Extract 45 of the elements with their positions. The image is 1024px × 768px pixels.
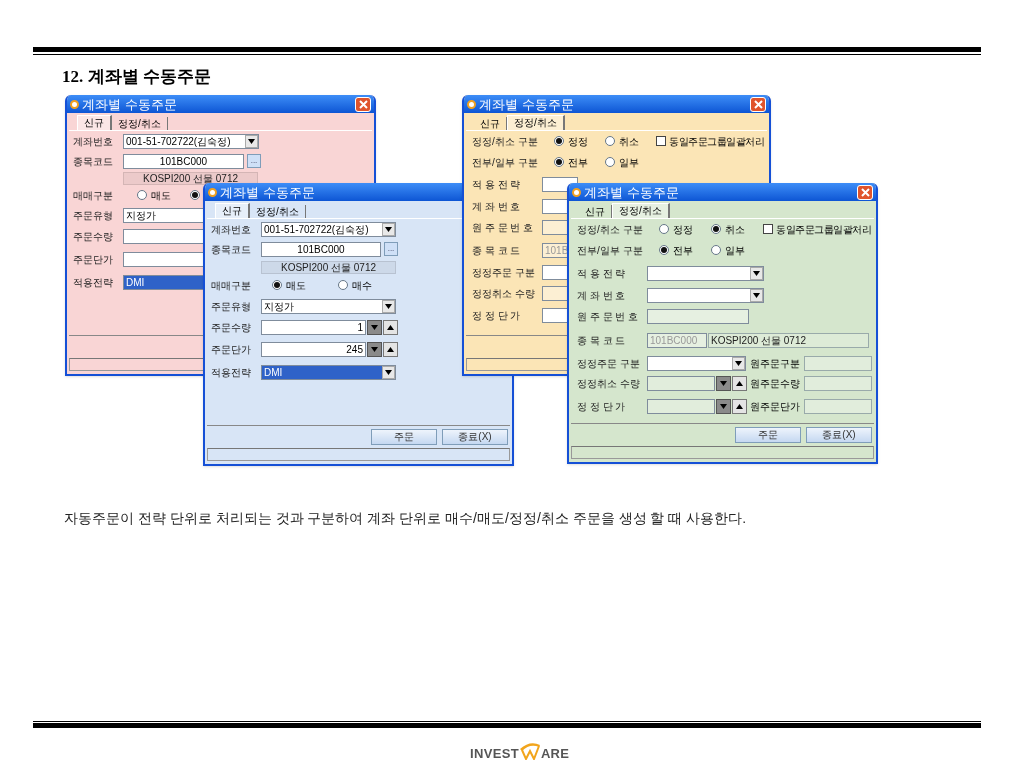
field-label: 정정취소 수량 <box>472 287 536 301</box>
field-label: 정정/취소 구분 <box>577 222 644 237</box>
field-label: 원주문구분 <box>750 356 801 371</box>
stock-name-text: KOSPI200 선물 0712 <box>708 332 869 348</box>
window-title: 계좌별 수동주문 <box>584 185 679 199</box>
field-label: 종목코드 <box>73 154 114 169</box>
window-title: 계좌별 수동주문 <box>220 185 315 199</box>
field-label: 계 좌 번 호 <box>472 199 522 214</box>
field-label: 정정주문 구분 <box>577 356 641 371</box>
stock-name-text: KOSPI200 선물 0712 <box>261 260 396 274</box>
field-label: 주문단가 <box>73 252 114 267</box>
field-label: 적용전략 <box>211 365 252 380</box>
field-label: 적 용 전 략 <box>577 266 627 281</box>
field-label: 정정주문 구분 <box>472 266 536 280</box>
section-heading: 12. 계좌별 수동주문 <box>62 66 211 88</box>
field-label: 종 목 코 드 <box>577 333 627 348</box>
field-label: 종 목 코 드 <box>472 243 522 258</box>
field-label: 정정취소 수량 <box>577 376 641 391</box>
field-label: 주문유형 <box>73 208 114 223</box>
window-title: 계좌별 수동주문 <box>82 97 177 111</box>
field-label: 원 주 문 번 호 <box>472 221 535 235</box>
field-label: 종목코드 <box>211 242 252 257</box>
field-label: 정 정 단 가 <box>577 399 627 414</box>
field-label: 원 주 문 번 호 <box>577 309 640 324</box>
field-label: 전부/일부 구분 <box>577 243 644 258</box>
field-label: 주문수량 <box>73 229 114 244</box>
field-label: 매매구분 <box>73 188 114 203</box>
field-label: 원주문수량 <box>750 376 801 391</box>
window-title: 계좌별 수동주문 <box>479 97 574 111</box>
field-label: 적용전략 <box>73 275 114 290</box>
stock-name-text: KOSPI200 선물 0712 <box>123 171 258 185</box>
field-label: 계 좌 번 호 <box>577 288 627 303</box>
field-label: 전부/일부 구분 <box>472 155 539 170</box>
logo-text: ARE <box>540 747 570 760</box>
field-label: 주문유형 <box>211 299 252 314</box>
field-label: 계좌번호 <box>211 222 252 237</box>
logo-text: INVEST <box>470 747 519 760</box>
field-label: 주문단가 <box>211 342 252 357</box>
field-label: 계좌번호 <box>73 134 114 149</box>
field-label: 원주문단가 <box>750 399 801 414</box>
field-label: 정 정 단 가 <box>472 309 522 323</box>
description-text: 자동주문이 전략 단위로 처리되는 것과 구분하여 계좌 단위로 매수/매도/정정/취소 주문을 생성 할 때 사용한다. <box>64 509 747 528</box>
field-label: 적 용 전 략 <box>472 177 522 192</box>
field-label: 주문수량 <box>211 320 252 335</box>
field-label: 정정/취소 구분 <box>472 134 539 149</box>
